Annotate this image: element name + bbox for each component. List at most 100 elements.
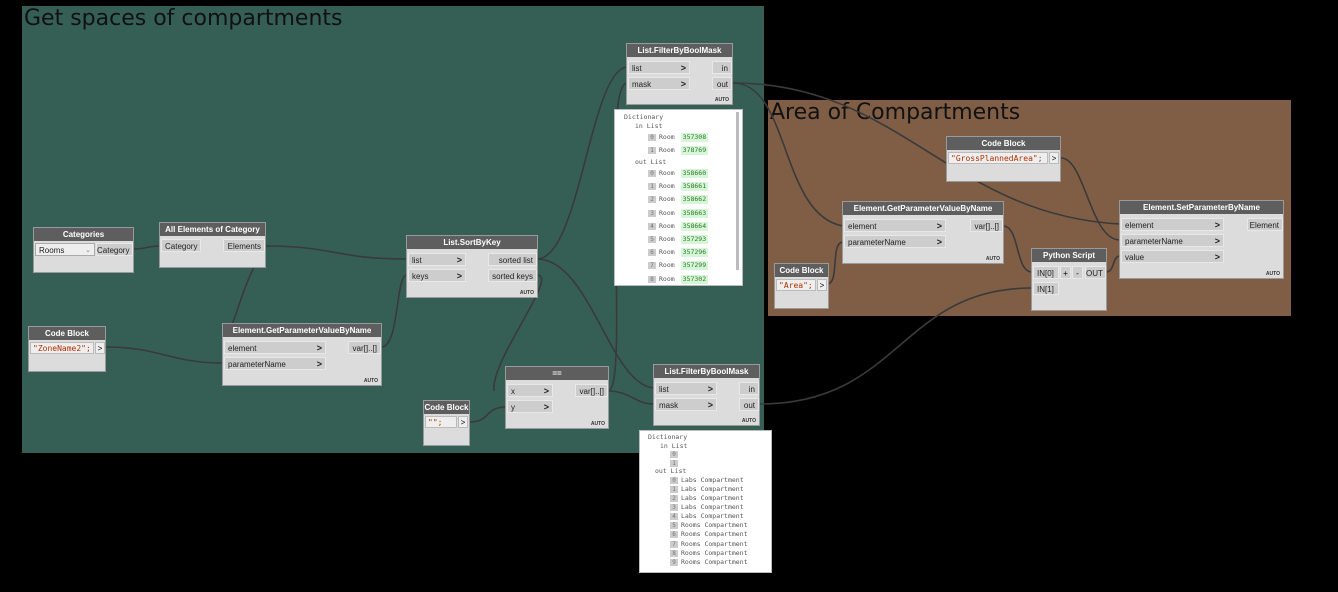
chevron-right-icon: >	[316, 343, 322, 353]
all-elements-of-category-node[interactable]: All Elements of Category Category Elemen…	[159, 222, 266, 268]
input-port-element[interactable]: element >	[224, 341, 326, 354]
chevron-right-icon: >	[1214, 252, 1220, 262]
list-item: 2 Labs Compartment	[670, 494, 744, 503]
output-port-out[interactable]: OUT	[1085, 266, 1106, 279]
item-index: 9	[670, 558, 678, 566]
lacing-indicator[interactable]: AUTO	[715, 97, 729, 103]
port-label: keys	[412, 272, 429, 281]
python-script-node[interactable]: Python Script IN[0] + - OUT IN[1]	[1031, 248, 1107, 311]
input-port-x[interactable]: x >	[507, 384, 553, 397]
node-title: Element.GetParameterValueByName	[223, 324, 381, 337]
list-item: 5 Rooms Compartment	[670, 521, 748, 530]
code-editor[interactable]: "";	[425, 416, 457, 428]
output-port-category[interactable]: Category	[96, 243, 133, 256]
output-port-var[interactable]: var[]..[]	[575, 384, 608, 397]
chevron-right-icon: >	[707, 400, 713, 410]
lacing-indicator[interactable]: AUTO	[1266, 271, 1280, 277]
chevron-right-icon: >	[456, 271, 462, 281]
filter-by-bool-mask-top-node[interactable]: List.FilterByBoolMask list > mask > in out…	[626, 43, 733, 105]
port-label: parameterName	[1125, 237, 1183, 246]
input-port-value[interactable]: value >	[1121, 250, 1224, 263]
output-port[interactable]: >	[458, 416, 468, 428]
lacing-indicator[interactable]: AUTO	[591, 421, 605, 427]
chevron-right-icon: >	[543, 402, 549, 412]
item-index: 5	[670, 522, 678, 530]
chevron-right-icon: >	[1214, 236, 1220, 246]
input-port-in1[interactable]: IN[1]	[1033, 282, 1059, 295]
node-title: List.FilterByBoolMask	[627, 44, 732, 57]
output-port-out[interactable]: out	[712, 77, 732, 90]
input-port-y[interactable]: y >	[507, 400, 553, 413]
item-index: 7	[648, 262, 656, 270]
categories-node[interactable]: Categories Rooms ⌄ Category	[33, 227, 134, 273]
add-input-button[interactable]: +	[1060, 266, 1071, 279]
watch-preview-top[interactable]: Dictionary in List 0 Room 357308 1 Room 378769 o…	[614, 109, 743, 286]
filter-by-bool-mask-bottom-node[interactable]: List.FilterByBoolMask list > mask > in out…	[653, 364, 760, 426]
output-port-in[interactable]: in	[739, 382, 759, 395]
output-port[interactable]: >	[1049, 152, 1059, 164]
code-block-grossplannedarea-node[interactable]: Code Block "GrossPlannedArea"; >	[946, 136, 1061, 182]
input-port-element[interactable]: element >	[1121, 218, 1224, 231]
group-title: Area of Compartments	[770, 100, 1021, 125]
input-port-parametername[interactable]: parameterName >	[1121, 234, 1224, 247]
item-index: 8	[648, 275, 656, 283]
input-port-category[interactable]: Category	[161, 239, 201, 252]
output-port-elements[interactable]: Elements	[223, 239, 265, 252]
set-parameter-by-name-node[interactable]: Element.SetParameterByName element > para…	[1119, 200, 1284, 279]
chevron-right-icon: >	[1214, 220, 1220, 230]
input-port-keys[interactable]: keys >	[408, 269, 466, 282]
input-port-list[interactable]: list >	[408, 253, 466, 266]
input-port-element[interactable]: element >	[844, 219, 946, 232]
equals-node[interactable]: == x > y > var[]..[] AUTO	[505, 366, 609, 429]
get-parameter-value-node-2[interactable]: Element.GetParameterValueByName element >…	[842, 201, 1004, 264]
lacing-indicator[interactable]: AUTO	[520, 290, 534, 296]
output-port-element[interactable]: Element	[1247, 218, 1283, 231]
output-port-var[interactable]: var[]..[]	[970, 219, 1003, 232]
chevron-right-icon: >	[936, 237, 942, 247]
port-label: list	[632, 64, 642, 73]
list-sortbykey-node[interactable]: List.SortByKey list > keys > sorted list s…	[406, 235, 538, 298]
output-port[interactable]: >	[817, 279, 827, 291]
input-port-parametername[interactable]: parameterName >	[844, 235, 946, 248]
output-port-sorted-keys[interactable]: sorted keys	[488, 269, 537, 282]
input-port-in0[interactable]: IN[0]	[1033, 266, 1059, 279]
output-port-sorted-list[interactable]: sorted list	[488, 253, 537, 266]
input-port-mask[interactable]: mask >	[655, 398, 717, 411]
watch-preview-bottom[interactable]: Dictionary in List 0 1 out List 0 Labs Compart…	[639, 430, 772, 573]
node-title: Code Block	[424, 401, 469, 414]
list-item: 1 Room 358661	[648, 182, 709, 192]
scrollbar[interactable]	[736, 112, 739, 270]
input-port-list[interactable]: list >	[628, 61, 690, 74]
item-type: Room	[659, 169, 675, 177]
code-block-area-node[interactable]: Code Block "Area"; >	[774, 263, 829, 309]
category-dropdown[interactable]: Rooms ⌄	[35, 243, 95, 256]
input-port-list[interactable]: list >	[655, 382, 717, 395]
item-value: 358660	[680, 169, 709, 178]
get-parameter-value-node[interactable]: Element.GetParameterValueByName element >…	[222, 323, 382, 386]
out-list-label: out List	[655, 467, 687, 475]
input-port-mask[interactable]: mask >	[628, 77, 690, 90]
output-port-out[interactable]: out	[739, 398, 759, 411]
lacing-indicator[interactable]: AUTO	[986, 256, 1000, 262]
lacing-indicator[interactable]: AUTO	[364, 378, 378, 384]
output-port-var[interactable]: var[]..[]	[348, 341, 381, 354]
port-label: mask	[659, 401, 679, 410]
item-index: 3	[648, 209, 656, 217]
lacing-indicator[interactable]: AUTO	[742, 418, 756, 424]
preview-header: Dictionary	[624, 113, 664, 121]
output-port[interactable]: >	[95, 342, 105, 354]
item-text: Labs Compartment	[681, 503, 744, 512]
item-index: 0	[648, 134, 656, 141]
code-editor[interactable]: "Area";	[776, 279, 816, 291]
code-block-zonename-node[interactable]: Code Block "ZoneName2"; >	[28, 326, 106, 372]
port-label: y	[511, 403, 515, 412]
output-port-in[interactable]: in	[712, 61, 732, 74]
remove-input-button[interactable]: -	[1072, 266, 1083, 279]
code-editor[interactable]: "ZoneName2";	[30, 342, 94, 354]
item-type: Room	[659, 133, 675, 141]
list-item: 7 Room 357299	[648, 261, 709, 271]
code-block-empty-string-node[interactable]: Code Block ""; >	[423, 400, 470, 446]
code-editor[interactable]: "GrossPlannedArea";	[948, 152, 1048, 164]
input-port-parametername[interactable]: parameterName >	[224, 357, 326, 370]
list-item: 6 Room 357296	[648, 248, 709, 258]
